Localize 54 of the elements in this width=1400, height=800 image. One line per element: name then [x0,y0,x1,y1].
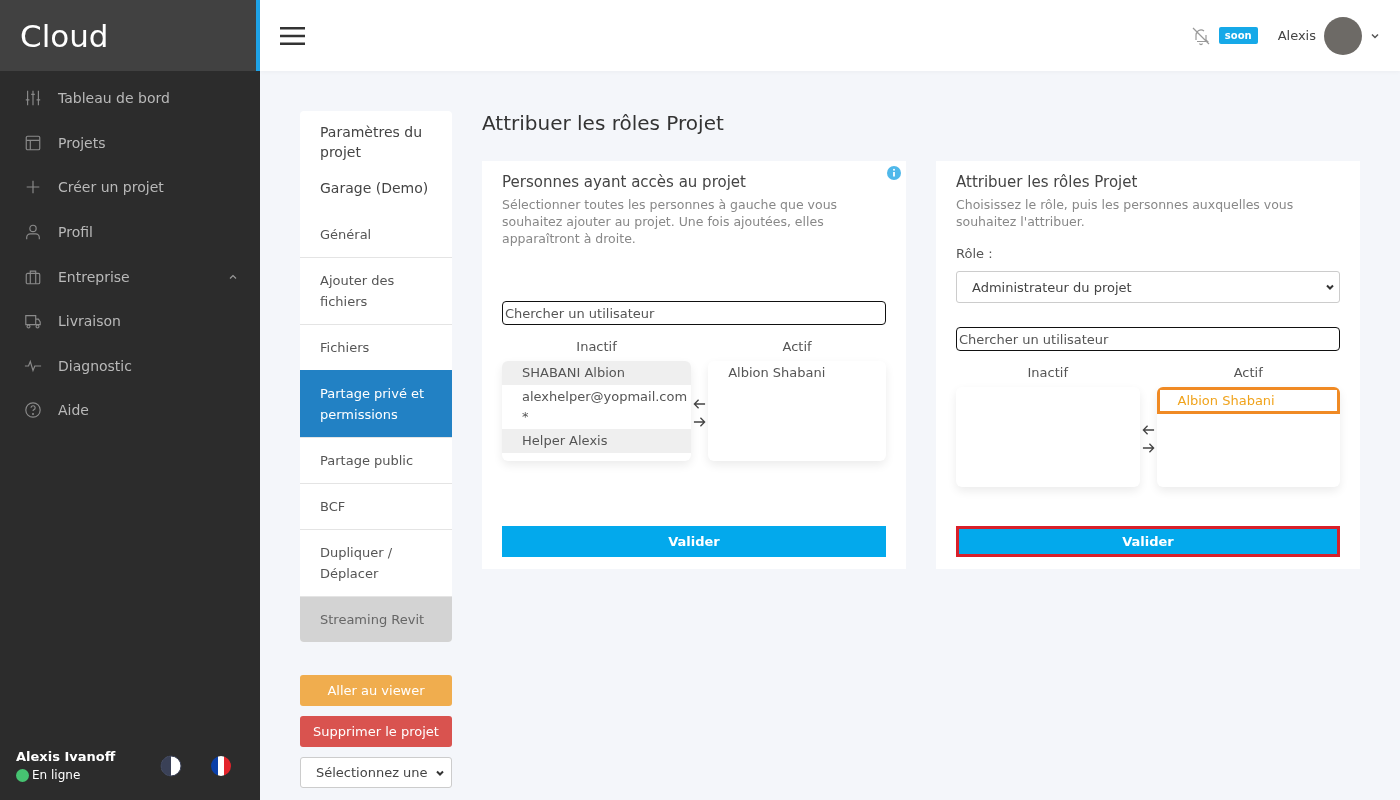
nav-item[interactable]: Projets [0,120,260,166]
status-text: En ligne [32,768,81,782]
project-name: Garage (Demo) [319,179,430,198]
panel-description: Choisissez le rôle, puis les personnes auxquelles vous souhaitez l'attribuer. [956,196,1295,230]
nav-item[interactable]: Créer un projet [0,165,260,210]
arrow-left-icon[interactable] [693,398,707,410]
list-item[interactable]: alexhelper@yopmail.com * [502,385,692,429]
panel-description: Sélectionner toutes les personnes à gauche que vous souhaitez ajouter au projet. Une fois ajoutées, elles apparaîtront à droite. [502,196,839,247]
role-select[interactable]: Administrateur du projet [956,271,1340,303]
flag-icon[interactable] [210,754,232,777]
menu-title: Paramètres du projet [319,123,424,162]
search-field[interactable]: Chercher un utilisateur [956,327,1340,351]
settings-menu-item[interactable]: Partage public [300,437,452,483]
menu-icon[interactable] [280,25,305,46]
settings-menu-item[interactable]: BCF [300,483,452,529]
arrow-right-icon[interactable] [1141,442,1155,454]
action-select[interactable]: Sélectionnez une [300,757,452,788]
user-name[interactable]: Alexis [1277,28,1316,43]
nav-item[interactable]: Profil [0,209,260,255]
user-name: Alexis Ivanoff [16,749,117,764]
nav-item[interactable]: Livraison [0,298,260,344]
brand-logo-text: Cloud [20,17,109,54]
soon-badge: soon [1218,27,1258,44]
list-heading: Actif [1232,365,1264,380]
panel-title: Attribuer les rôles Projet [956,173,1139,191]
list-heading: Inactif [1026,365,1070,380]
list-item[interactable]: Albion Shabani [708,361,886,385]
list-heading: Actif [781,339,813,354]
arrow-left-icon[interactable] [1141,424,1155,436]
role-label: Rôle : [956,246,994,261]
layout-icon [24,133,42,152]
list-item[interactable]: SHABANI Albion [502,361,692,385]
settings-menu-item[interactable]: Ajouter des fichiers [300,257,452,324]
panel-title: Personnes ayant accès au projet [502,173,747,191]
nav-item[interactable]: Diagnostic [0,343,260,389]
nav-item[interactable]: Tableau de bord [0,76,260,121]
contrast-icon[interactable] [160,754,182,777]
sliders-icon [24,89,42,108]
arrow-right-icon[interactable] [693,416,707,428]
settings-menu-item[interactable]: Général [300,212,452,257]
settings-menu-item[interactable]: Partage privé et permissions [300,370,452,437]
nav-item[interactable]: Aide [0,388,260,433]
nav-item[interactable]: Entreprise [0,254,260,299]
help-icon [24,401,42,420]
delete-button[interactable]: Supprimer le projet [300,716,452,747]
list-heading: Inactif [575,339,618,354]
truck-icon [24,312,42,331]
search-field[interactable]: Chercher un utilisateur [502,301,886,325]
list-item[interactable]: Helper Alexis [502,429,692,453]
chevron-down-icon [1325,282,1335,292]
user-icon [24,223,42,242]
avatar-placeholder[interactable] [1324,16,1362,55]
page-title: Attribuer les rôles Projet [482,111,725,137]
muted-bell-icon[interactable] [1190,25,1211,46]
